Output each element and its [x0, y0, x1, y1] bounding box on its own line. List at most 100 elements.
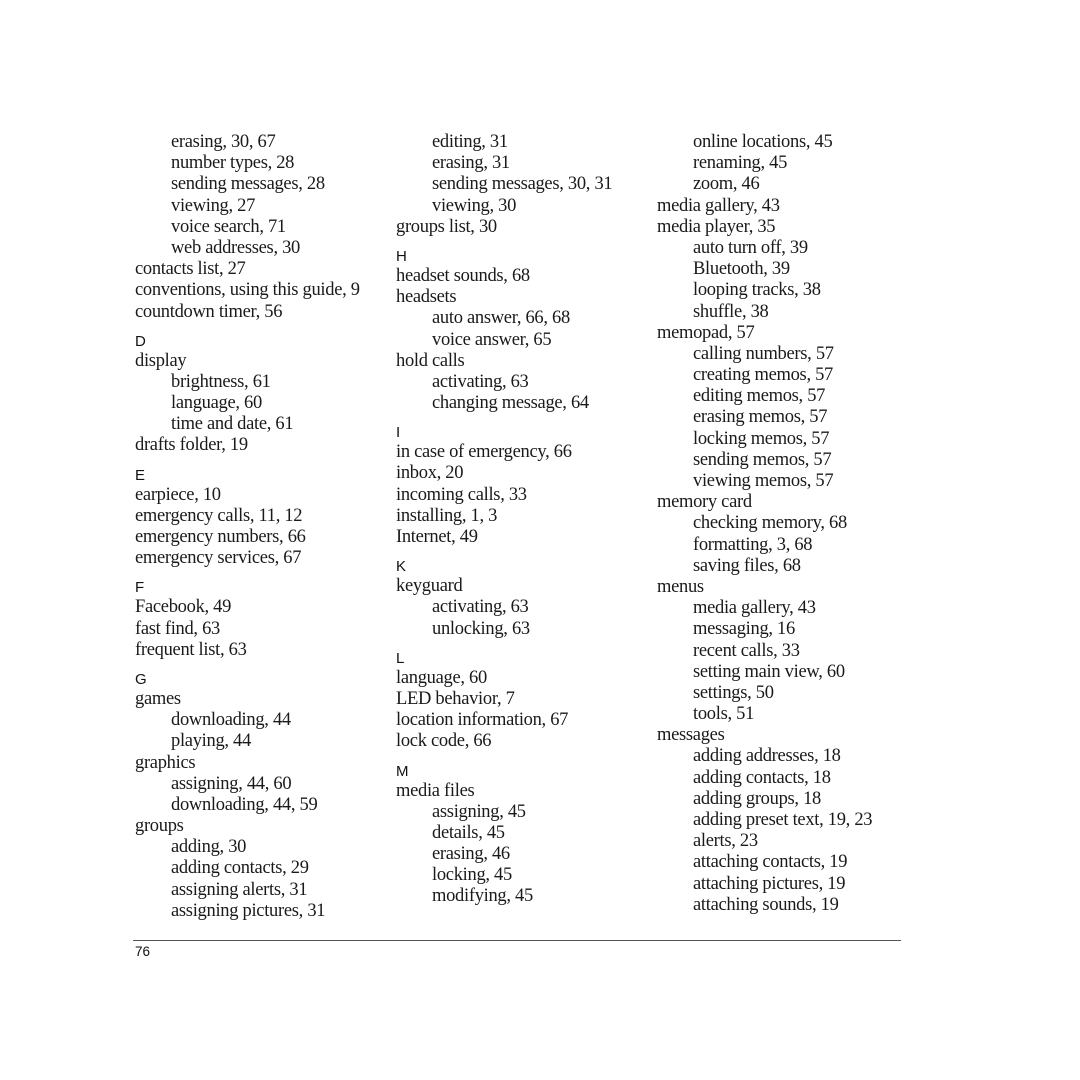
index-entry: memory card: [657, 492, 752, 513]
index-subentry: activating, 63: [432, 371, 529, 392]
index-letter-heading: K: [396, 558, 407, 576]
footer-rule: [133, 940, 901, 941]
index-letter-heading: G: [135, 670, 147, 688]
index-subentry: adding groups, 18: [693, 788, 821, 809]
index-subentry: web addresses, 30: [171, 237, 300, 258]
index-subentry: assigning pictures, 31: [171, 900, 326, 921]
index-entry: installing, 1, 3: [396, 505, 498, 526]
index-subentry: unlocking, 63: [432, 618, 530, 639]
index-subentry: adding preset text, 19, 23: [693, 810, 873, 830]
index-letter-heading: E: [135, 466, 146, 484]
index-subentry: formatting, 3, 68: [693, 534, 813, 555]
index-subentry: saving files, 68: [693, 555, 801, 576]
index-subentry: sending memos, 57: [693, 449, 832, 470]
index-subentry: locking, 45: [432, 865, 512, 886]
index-subentry: erasing, 31: [432, 153, 510, 174]
index-subentry: Bluetooth, 39: [693, 259, 790, 280]
index-entry: emergency calls, 11, 12: [135, 505, 303, 526]
index-entry: graphics: [135, 752, 196, 773]
index-entry: memopad, 57: [657, 322, 755, 343]
index-subentry: changing message, 64: [432, 393, 589, 414]
index-column-1: erasing, 30, 67 number types, 28 sending m…: [135, 132, 385, 922]
index-subentry: recent calls, 33: [693, 640, 800, 661]
index-subentry: media gallery, 43: [693, 598, 816, 619]
index-entry: location information, 67: [396, 710, 569, 731]
index-subentry: attaching contacts, 19: [693, 852, 848, 873]
index-entry: countdown timer, 56: [135, 301, 283, 322]
index-subentry: modifying, 45: [432, 886, 533, 907]
index-subentry: auto answer, 66, 68: [432, 308, 570, 329]
index-entry: Internet, 49: [396, 527, 478, 547]
index-entry: emergency services, 67: [135, 548, 302, 569]
index-subentry: downloading, 44, 59: [171, 794, 318, 815]
page-number: 76: [135, 944, 151, 959]
index-subentry: viewing, 27: [171, 195, 256, 216]
index-subentry: attaching sounds, 19: [693, 894, 839, 915]
index-subentry: sending messages, 28: [171, 174, 325, 195]
index-subentry: shuffle, 38: [693, 301, 769, 322]
index-subentry: viewing memos, 57: [693, 471, 834, 491]
index-entry: inbox, 20: [396, 463, 464, 484]
index-subentry: adding addresses, 18: [693, 746, 841, 767]
index-subentry: calling numbers, 57: [693, 343, 834, 364]
index-subentry: editing, 31: [432, 132, 508, 152]
index-subentry: brightness, 61: [171, 371, 271, 392]
index-subentry: erasing, 46: [432, 844, 510, 865]
index-subentry: erasing, 30, 67: [171, 132, 276, 152]
index-letter-heading: H: [396, 247, 407, 265]
index-subentry: voice search, 71: [171, 216, 286, 237]
index-entry: frequent list, 63: [135, 639, 247, 660]
index-subentry: downloading, 44: [171, 710, 291, 731]
index-entry: hold calls: [396, 350, 465, 371]
index-subentry: alerts, 23: [693, 831, 758, 852]
index-subentry: messaging, 16: [693, 619, 795, 640]
index-subentry: locking memos, 57: [693, 428, 830, 449]
index-entry: headset sounds, 68: [396, 265, 530, 286]
index-subentry: sending messages, 30, 31: [432, 174, 613, 195]
index-entry: language, 60: [396, 667, 487, 688]
index-entry: contacts list, 27: [135, 259, 246, 280]
index-letter-heading: I: [396, 424, 401, 442]
index-page: erasing, 30, 67 number types, 28 sending m…: [0, 0, 1080, 1080]
index-entry: media player, 35: [657, 216, 776, 237]
index-subentry: assigning alerts, 31: [171, 879, 308, 900]
index-column-3: online locations, 45 renaming, 45 zoom, 46…: [657, 132, 897, 916]
index-subentry: time and date, 61: [171, 414, 294, 435]
index-entry: messages: [657, 725, 725, 746]
index-entry: incoming calls, 33: [396, 484, 527, 505]
index-entry: keyguard: [396, 576, 463, 597]
index-subentry: editing memos, 57: [693, 386, 826, 407]
index-entry: media files: [396, 780, 475, 801]
index-subentry: playing, 44: [171, 731, 251, 752]
index-subentry: adding contacts, 29: [171, 858, 309, 879]
index-entry: drafts folder, 19: [135, 435, 248, 456]
index-letter-heading: D: [135, 332, 146, 350]
index-entry: groups list, 30: [396, 216, 497, 237]
index-subentry: tools, 51: [693, 704, 755, 725]
index-subentry: attaching pictures, 19: [693, 873, 846, 894]
index-entry: display: [135, 350, 187, 371]
index-entry: groups: [135, 816, 184, 837]
index-entry: earpiece, 10: [135, 484, 221, 505]
index-subentry: setting main view, 60: [693, 661, 845, 682]
index-entry: lock code, 66: [396, 731, 492, 752]
index-entry: emergency numbers, 66: [135, 527, 306, 547]
index-letter-heading: L: [396, 649, 405, 667]
index-subentry: auto turn off, 39: [693, 237, 808, 258]
index-subentry: viewing, 30: [432, 195, 517, 216]
index-entry: fast find, 63: [135, 618, 220, 639]
index-entry: in case of emergency, 66: [396, 442, 572, 463]
index-subentry: looping tracks, 38: [693, 280, 821, 301]
index-subentry: voice answer, 65: [432, 329, 552, 350]
index-subentry: checking memory, 68: [693, 513, 847, 534]
index-column-2: editing, 31 erasing, 31 sending messages, …: [396, 132, 646, 908]
index-subentry: creating memos, 57: [693, 365, 833, 386]
index-subentry: assigning, 44, 60: [171, 773, 292, 794]
index-subentry: adding contacts, 18: [693, 767, 831, 788]
index-subentry: online locations, 45: [693, 132, 833, 152]
index-letter-heading: F: [135, 579, 145, 597]
index-subentry: settings, 50: [693, 682, 774, 703]
index-subentry: activating, 63: [432, 597, 529, 618]
index-subentry: number types, 28: [171, 153, 295, 174]
index-subentry: details, 45: [432, 822, 505, 843]
